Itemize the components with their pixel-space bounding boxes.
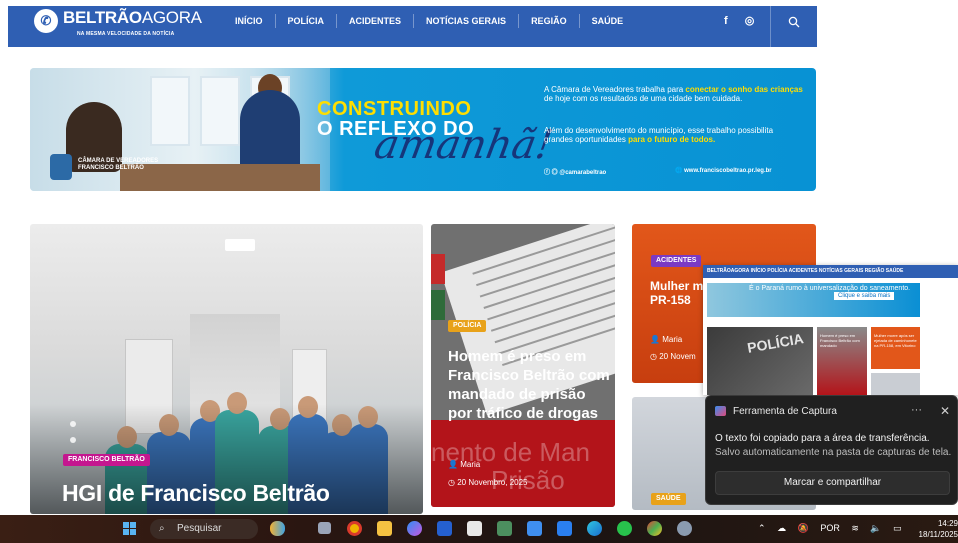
whatsapp-icon[interactable] [617, 521, 632, 536]
clock-date: 18/11/2025 [918, 530, 958, 539]
edge-icon[interactable] [587, 521, 602, 536]
user-icon: 👤 [448, 460, 458, 469]
news-date: ◷ 20 Novem [650, 352, 696, 361]
clock-time: 14:29 [937, 519, 958, 528]
thumbnail-ad: É o Paraná rumo à universalização do san… [707, 283, 920, 317]
nav-item-inicio[interactable]: INÍCIO [223, 14, 275, 28]
banner-paragraph-1: A Câmara de Vereadores trabalha para con… [544, 85, 803, 103]
logo-icon: ✆ [34, 9, 58, 33]
nav-item-policia[interactable]: POLÍCIA [274, 14, 337, 28]
logo-tagline: NA MESMA VELOCIDADE DA NOTÍCIA [77, 31, 175, 37]
snipping-tool-icon [715, 406, 726, 416]
slider-dot[interactable] [70, 421, 76, 427]
calculator-icon[interactable] [497, 521, 512, 536]
banner-paragraph-2: Além do desenvolvimento do município, es… [544, 126, 774, 144]
search-icon: ⌕ [159, 523, 165, 534]
volume-icon[interactable]: 🔈 [870, 523, 881, 533]
banner-handle: ⓕ ◎ @camarabeltrao [544, 170, 607, 176]
clock[interactable]: 14:29 18/11/2025 [913, 518, 958, 540]
snipping-tool-notification[interactable]: Ferramenta de Captura ··· ✕ O texto foi … [705, 395, 958, 505]
news-author: 👤 Maria [448, 460, 481, 469]
featured-news-card[interactable]: FRANCISCO BELTRÃO HGI de Francisco Beltr… [30, 224, 423, 514]
clock-icon: ◷ [650, 352, 657, 361]
windows-taskbar: ⌕ Pesquisar ⌃ ☁ 🔕 POR ≋ 🔈 ▭ 14:29 18/11/… [0, 515, 958, 543]
news-author: 👤 Maria [650, 335, 683, 344]
start-icon[interactable] [123, 522, 137, 536]
logo-main: BELTRÃO [63, 8, 142, 27]
featured-news-title[interactable]: HGI de Francisco Beltrão [62, 480, 330, 507]
taskbar-search-input[interactable]: ⌕ Pesquisar [150, 519, 258, 539]
battery-icon[interactable]: ▭ [893, 523, 902, 533]
capture-thumbnail[interactable]: BELTRÃOAGORA INÍCIO POLÍCIA ACIDENTES NO… [703, 265, 958, 395]
category-badge[interactable]: FRANCISCO BELTRÃO [63, 454, 150, 466]
chamber-name: CÂMARA DE VEREADORES [78, 158, 159, 164]
wifi-icon[interactable]: ≋ [851, 523, 859, 533]
system-tray: ⌃ ☁ 🔕 POR ≋ 🔈 ▭ [758, 523, 911, 534]
more-options-icon[interactable]: ··· [911, 404, 922, 416]
slider-dots [70, 421, 76, 453]
notification-message: O texto foi copiado para a área de trans… [715, 433, 930, 444]
search-icon [788, 16, 800, 28]
user-icon: 👤 [650, 335, 660, 344]
dropbox-icon[interactable] [557, 521, 572, 536]
chevron-up-icon[interactable]: ⌃ [758, 523, 766, 533]
store-icon[interactable] [527, 521, 542, 536]
news-title[interactable]: Homem é preso em Francisco Beltrão com m… [448, 347, 613, 423]
b-app-icon[interactable] [437, 521, 452, 536]
task-view-icon[interactable] [318, 522, 331, 534]
close-icon[interactable]: ✕ [940, 404, 950, 418]
settings-icon[interactable] [677, 521, 692, 536]
chrome-profile-icon[interactable] [647, 521, 662, 536]
cloud-icon[interactable]: ☁ [777, 523, 786, 533]
news-date: ◷ 20 Novembro, 2025 [448, 478, 528, 487]
site-header: ✆ BELTRÃOAGORA NA MESMA VELOCIDADE DA NO… [8, 0, 958, 47]
social-links: f ◎ [724, 14, 768, 27]
category-badge[interactable]: ACIDENTES [651, 255, 702, 267]
mark-and-share-button[interactable]: Marcar e compartilhar [715, 471, 950, 495]
nav-item-noticias-gerais[interactable]: NOTÍCIAS GERAIS [413, 14, 518, 28]
banner-ad[interactable]: CÂMARA DE VEREADORES FRANCISCO BELTRÃO C… [30, 68, 816, 191]
logo-sub: AGORA [141, 8, 202, 27]
category-badge[interactable]: POLÍCIA [448, 320, 487, 332]
instagram-icon[interactable]: ◎ [745, 15, 755, 27]
file-explorer-icon[interactable] [377, 521, 392, 536]
banner-website: 🌐 www.franciscobeltrao.pr.leg.br [675, 168, 772, 174]
main-nav: INÍCIO POLÍCIA ACIDENTES NOTÍCIAS GERAIS… [223, 14, 635, 28]
notification-app-name: Ferramenta de Captura [733, 406, 837, 417]
language-indicator[interactable]: POR [820, 523, 840, 533]
clock-icon: ◷ [448, 478, 455, 487]
nav-item-acidentes[interactable]: ACIDENTES [336, 14, 413, 28]
amazon-icon[interactable] [467, 521, 482, 536]
nav-item-saude[interactable]: SAÚDE [578, 14, 636, 28]
chamber-city: FRANCISCO BELTRÃO [78, 165, 144, 171]
copilot-icon[interactable] [407, 521, 422, 536]
nav-item-regiao[interactable]: REGIÃO [518, 14, 579, 28]
category-badge[interactable]: SAÚDE [651, 493, 686, 505]
chamber-seal-icon [50, 154, 72, 180]
notifications-muted-icon[interactable]: 🔕 [798, 523, 809, 533]
slider-dot[interactable] [70, 437, 76, 443]
notification-detail: Salvo automaticamente na pasta de captur… [715, 447, 952, 458]
search-button[interactable] [770, 6, 817, 47]
chrome-icon[interactable] [347, 521, 362, 536]
widgets-icon[interactable] [270, 521, 285, 536]
banner-script-text: amanhã! [370, 122, 557, 168]
news-card-policia[interactable]: nento de Man Prisão POLÍCIA Homem é pres… [431, 224, 615, 507]
facebook-icon[interactable]: f [724, 15, 728, 27]
taskbar-apps [270, 520, 720, 538]
chamber-logo: CÂMARA DE VEREADORES FRANCISCO BELTRÃO [50, 152, 170, 182]
